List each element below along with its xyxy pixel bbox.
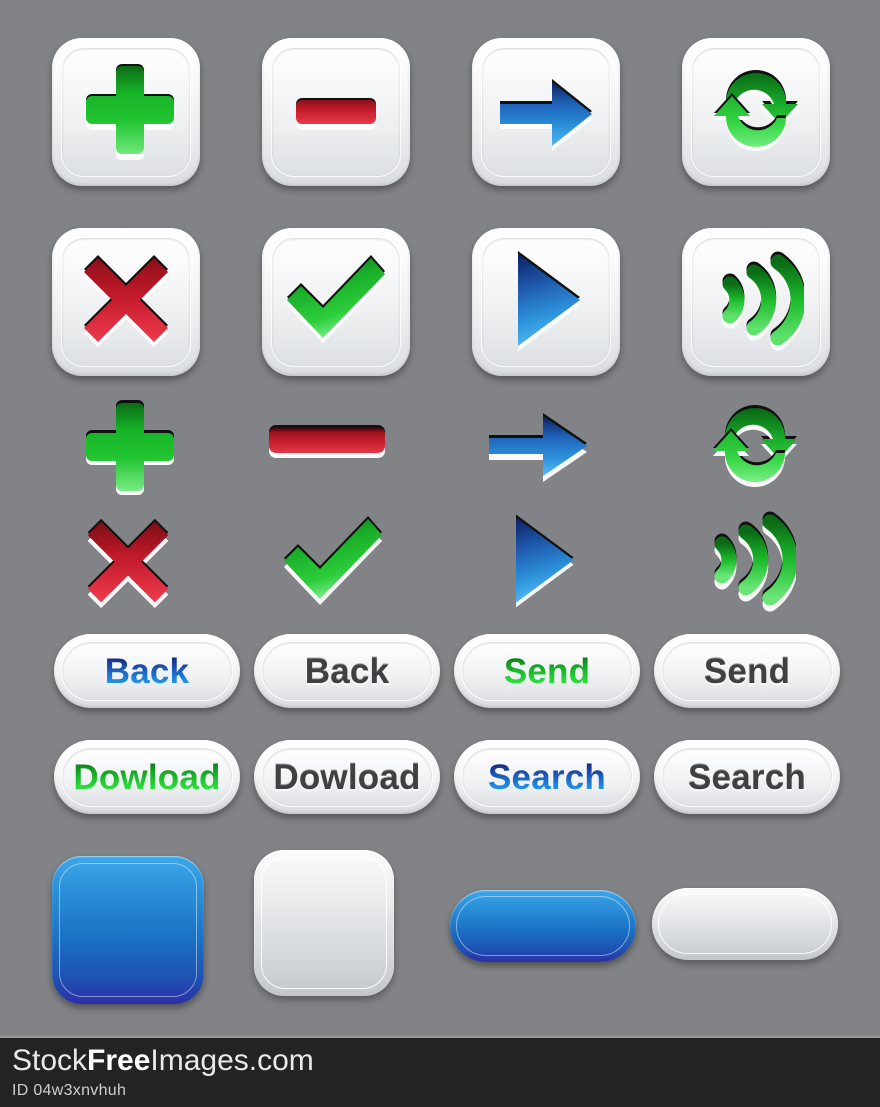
minus-icon [269,425,385,458]
download-button-label: Dowload [273,757,421,797]
plain-icon-signal[interactable] [698,506,798,614]
icon-button-play[interactable] [472,228,620,376]
plain-icon-plus[interactable] [74,395,178,495]
back-button-blue[interactable]: Back [54,634,240,708]
plain-icon-arrow-right[interactable] [482,398,598,494]
arrow-right-icon [489,413,587,482]
signal-waves-icon [708,246,806,359]
plain-icon-refresh[interactable] [700,393,810,497]
screenshot-root: Back Back Send Send Dowload Dowload Sear… [0,0,880,1107]
minus-icon [286,60,386,165]
icon-button-refresh[interactable] [682,38,830,186]
check-icon [281,250,391,355]
plain-icon-check[interactable] [272,514,394,608]
brand-suffix: Images.com [150,1044,314,1077]
image-id-label: ID 04w3xnvhuh [12,1082,127,1099]
blank-square-button-white[interactable] [254,850,394,996]
search-button-blue[interactable]: Search [454,740,640,814]
icon-button-check[interactable] [262,228,410,376]
blank-pill-button-white[interactable] [652,888,838,960]
close-x-icon [76,250,176,355]
search-button-label: Search [488,757,606,797]
back-button-dark[interactable]: Back [254,634,440,708]
send-button-label: Send [503,651,591,691]
plus-icon [86,400,174,495]
arrow-right-icon [494,60,598,165]
plus-icon [76,60,176,165]
icon-button-close[interactable] [52,228,200,376]
brand-prefix: Stock [12,1044,88,1077]
blank-square-button-blue[interactable] [52,856,204,1004]
back-button-label: Back [304,651,390,691]
plain-icon-minus[interactable] [266,420,388,462]
brand-bold: Free [87,1044,151,1077]
back-button-label: Back [104,651,190,691]
search-button-dark[interactable]: Search [654,740,840,814]
download-button-green[interactable]: Dowload [54,740,240,814]
refresh-icon [713,404,797,488]
send-button-green[interactable]: Send [454,634,640,708]
refresh-icon [705,60,807,165]
download-button-dark[interactable]: Dowload [254,740,440,814]
plain-icon-close[interactable] [78,512,178,612]
play-icon [516,514,574,608]
watermark-footer: StockFreeImages.com ID 04w3xnvhuh [0,1036,880,1107]
check-icon [284,516,382,605]
download-button-label: Dowload [73,757,221,797]
icon-button-signal[interactable] [682,228,830,376]
search-button-label: Search [688,757,806,797]
signal-waves-icon [714,511,796,612]
blank-pill-button-blue[interactable] [450,890,636,962]
button-sprite-sheet: Back Back Send Send Dowload Dowload Sear… [0,0,880,1036]
play-icon [504,248,588,357]
icon-button-plus[interactable] [52,38,200,186]
close-x-icon [87,518,169,609]
send-button-label: Send [703,651,791,691]
send-button-dark[interactable]: Send [654,634,840,708]
brand-wordmark: StockFreeImages.com [12,1044,314,1079]
plain-icon-play[interactable] [500,508,584,612]
icon-button-minus[interactable] [262,38,410,186]
icon-button-arrow-right[interactable] [472,38,620,186]
